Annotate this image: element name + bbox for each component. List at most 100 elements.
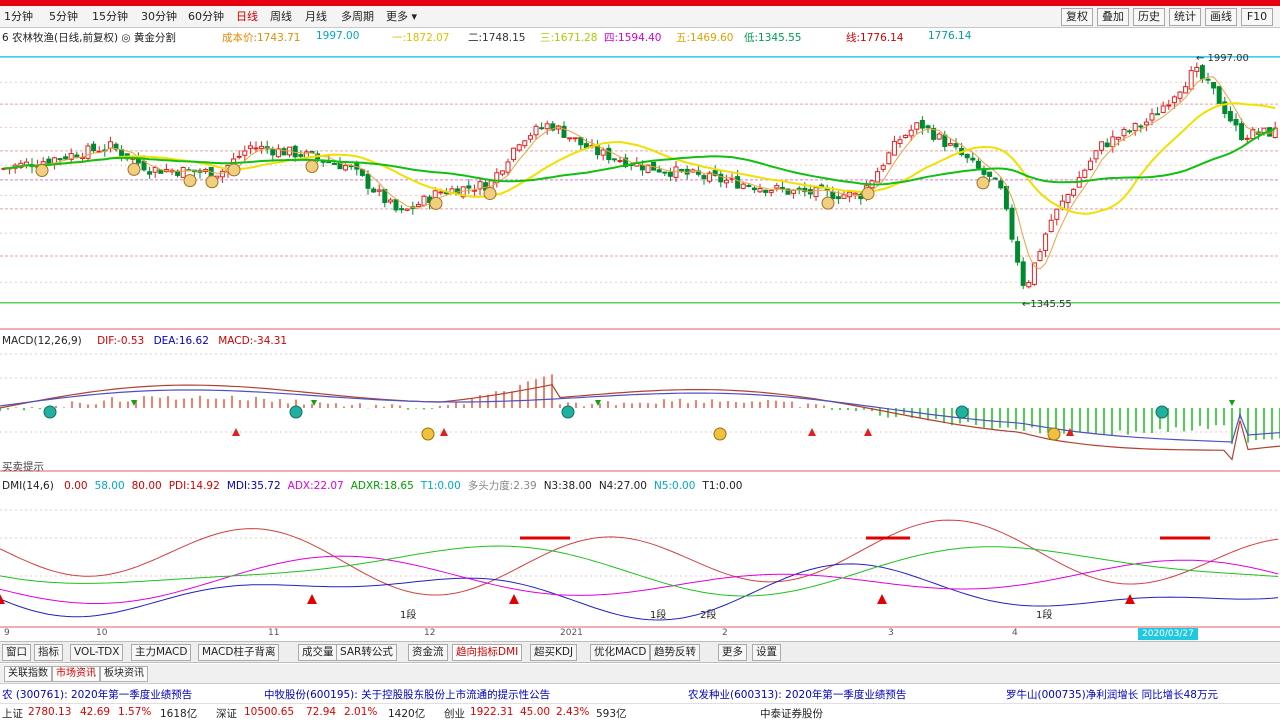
indicator-tab[interactable]: SAR转公式 [336, 644, 397, 661]
time-tick: 3 [888, 628, 894, 638]
info-line-value: 1776.14 [928, 30, 972, 42]
candle-body [947, 143, 953, 146]
candle-body [438, 191, 444, 194]
ticker-item[interactable]: 农发种业(600313): 2020年第一季度业绩预告 [688, 687, 906, 702]
period-more[interactable]: 更多 ▾ [386, 8, 417, 26]
news-tab[interactable]: 板块资讯 [100, 666, 148, 682]
candle-body [639, 164, 645, 171]
info-level-3: 三:1671.28 [540, 32, 598, 44]
news-tabs: 关联指数 市场资讯 板块资讯 [0, 664, 1280, 684]
buy-coin-icon[interactable] [976, 176, 990, 190]
indicator-tab[interactable]: MACD柱子背离 [198, 644, 280, 661]
candle-body [107, 141, 113, 149]
buy-coin-icon[interactable] [183, 174, 197, 188]
indicator-tab[interactable]: 资金流 [408, 644, 448, 661]
indicator-tab[interactable]: 指标 [34, 644, 63, 661]
indicator-tab[interactable]: 主力MACD [131, 644, 192, 661]
draw-line-button[interactable]: 画线 [1205, 8, 1237, 26]
period-5min[interactable]: 5分钟 [49, 8, 78, 26]
status-item: 1922.31 [470, 706, 514, 718]
signal-diamond-icon[interactable] [43, 405, 57, 419]
buy-coin-icon[interactable] [713, 427, 727, 441]
period-multi[interactable]: 多周期 [341, 8, 374, 26]
buy-coin-icon[interactable] [421, 427, 435, 441]
indicator-tab[interactable]: 超买KDJ [530, 644, 578, 661]
indicator-tab[interactable]: VOL-TDX [70, 644, 124, 661]
candle-body [527, 135, 533, 140]
history-button[interactable]: 历史 [1133, 8, 1165, 26]
status-item: 42.69 [80, 706, 111, 718]
candle-body [701, 175, 707, 180]
macd-chart[interactable] [0, 330, 1280, 472]
buy-coin-icon[interactable] [127, 162, 141, 176]
f10-button[interactable]: F10 [1241, 8, 1273, 26]
period-1min[interactable]: 1分钟 [4, 8, 33, 26]
candle-body [1009, 207, 1015, 240]
candle-body [970, 157, 976, 161]
period-15min[interactable]: 15分钟 [92, 8, 128, 26]
indicator-tab[interactable]: 优化MACD [590, 644, 651, 661]
info-level-1: 一:1872.07 [392, 32, 450, 44]
buy-coin-icon[interactable] [227, 163, 241, 177]
ticker-item[interactable]: 中牧股份(600195): 关于控股股东股份上市流通的提示性公告 [264, 687, 550, 702]
status-item: 1.57% [118, 706, 152, 718]
news-tab[interactable]: 市场资讯 [52, 666, 100, 682]
buy-coin-icon[interactable] [821, 196, 835, 210]
period-30min[interactable]: 30分钟 [141, 8, 177, 26]
stats-button[interactable]: 统计 [1169, 8, 1201, 26]
indicator-tab[interactable]: 设置 [752, 644, 781, 661]
candle-body [522, 140, 528, 147]
indicator-tab[interactable]: 成交量 [298, 644, 338, 661]
indicator-tab[interactable]: 更多 [718, 644, 747, 661]
dmi-signal-label: 1段 [650, 608, 666, 621]
candle-body [1121, 128, 1127, 137]
buy-coin-icon[interactable] [1047, 427, 1061, 441]
adjust-button[interactable]: 复权 [1061, 8, 1093, 26]
stock-info-bar: 6 农林牧渔(日线,前复权) ◎ 黄金分割 成本价:1743.71 1997.0… [0, 29, 1280, 45]
buy-coin-icon[interactable] [861, 187, 875, 201]
dmi-signal-label: 1段 [400, 608, 416, 621]
buy-coin-icon[interactable] [305, 160, 319, 174]
signal-diamond-icon[interactable] [289, 405, 303, 419]
candle-body [1093, 150, 1099, 160]
info-level-4: 四:1594.40 [604, 32, 662, 44]
candle-body [835, 196, 841, 200]
chevron-down-icon: ▾ [411, 10, 418, 23]
signal-diamond-icon[interactable] [1155, 405, 1169, 419]
candle-body [567, 137, 573, 140]
indicator-tab[interactable]: 趋势反转 [650, 644, 700, 661]
indicator-tab[interactable]: 窗口 [2, 644, 31, 661]
signal-diamond-icon[interactable] [955, 405, 969, 419]
candle-body [1194, 66, 1200, 72]
candle-body [852, 192, 858, 196]
status-item: 中泰证券股份 [760, 708, 823, 720]
buy-coin-icon[interactable] [205, 175, 219, 189]
candle-body [1132, 122, 1138, 132]
candle-body [1099, 141, 1105, 151]
indicator-tab[interactable]: 趋向指标DMI [452, 644, 523, 661]
period-daily[interactable]: 日线 [236, 8, 258, 26]
buy-coin-icon[interactable] [35, 163, 49, 177]
candle-body [1183, 86, 1189, 94]
candle-body [992, 177, 998, 180]
buy-coin-icon[interactable] [483, 187, 497, 201]
dmi-value: MDI:35.72 [226, 480, 281, 492]
ticker-item[interactable]: 罗牛山(000735)净利润增长 同比增长48万元 [1006, 687, 1218, 702]
dmi-adx-line [0, 555, 1279, 604]
period-60min[interactable]: 60分钟 [188, 8, 224, 26]
dmi-chart[interactable]: 1段 1段 2段 1段 [0, 472, 1280, 628]
candle-body [57, 158, 63, 161]
period-monthly[interactable]: 月线 [305, 8, 327, 26]
buy-coin-icon[interactable] [429, 196, 443, 210]
news-tab[interactable]: 关联指数 [4, 666, 52, 682]
candle-body [292, 145, 298, 158]
overlay-button[interactable]: 叠加 [1097, 8, 1129, 26]
dmi-value: 多头力度:2.39 [467, 480, 537, 492]
macd-dea: DEA:16.62 [153, 335, 209, 347]
ticker-item[interactable]: 农 (300761): 2020年第一季度业绩预告 [2, 687, 192, 702]
signal-diamond-icon[interactable] [561, 405, 575, 419]
candle-body [606, 147, 612, 161]
candle-body [1155, 113, 1161, 116]
candlestick-chart[interactable]: ← 1997.00 ←1345.55 [0, 46, 1280, 330]
period-weekly[interactable]: 周线 [270, 8, 292, 26]
